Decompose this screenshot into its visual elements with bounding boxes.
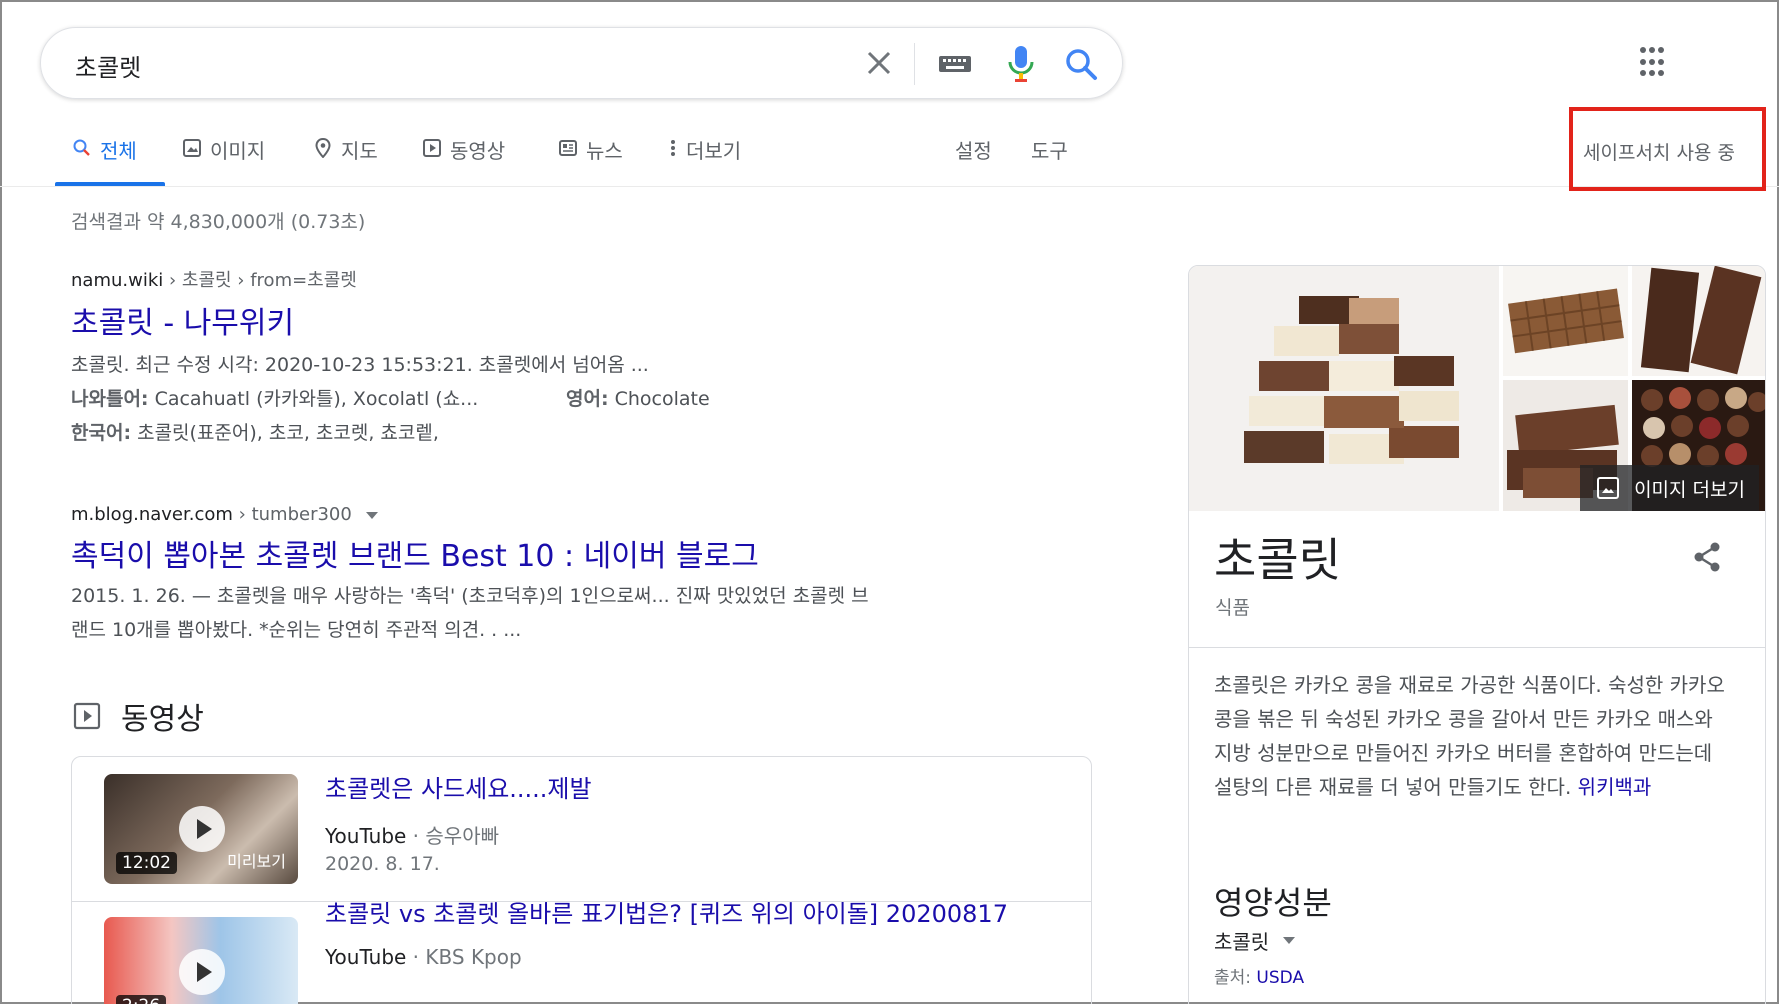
search-divider [914,43,915,85]
videos-heading: 동영상 [73,694,204,738]
result-snippet: 랜드 10개를 뽑아봤다. *순위는 당연히 주관적 의견. . ... [71,619,522,641]
result-title[interactable]: 초콜릿 - 나무위키 [71,298,710,342]
microphone-icon[interactable] [1003,42,1039,86]
entity-description: 초콜릿은 카카오 콩을 재료로 가공한 식품이다. 숙성한 카카오 콩을 볶은 … [1214,673,1725,799]
entity-title: 초콜릿 [1214,533,1341,587]
entity-subtitle: 식품 [1215,597,1250,619]
chocolate-image-dark-bars[interactable] [1632,266,1765,376]
knowledge-panel: 이미지 더보기 초콜릿 식품 초콜릿은 카카오 콩을 재료로 가공한 식품이다.… [1188,265,1766,1004]
share-icon[interactable] [1689,539,1725,575]
map-pin-icon [315,138,331,158]
result-facts: 나와틀어: Cacahuatl (카카와틀), Xocolatl (쇼... 영어… [71,388,710,410]
search-input[interactable]: 초콜렛 [75,48,141,83]
video-icon [73,702,101,730]
chevron-down-icon[interactable] [365,511,378,519]
video-title[interactable]: 초콜렛은 사드세요.....제발 [325,769,592,804]
video-icon [423,139,441,157]
search-icon [73,139,90,156]
result-snippet: 2015. 1. 26. — 초콜렛을 매우 사랑하는 '촉덕' (초코덕후)의… [71,585,869,607]
chevron-down-icon [1283,937,1296,944]
video-thumbnail[interactable]: 12:02 미리보기 [104,774,298,884]
settings-link[interactable]: 설정 [955,135,992,185]
tab-images[interactable]: 이미지 [182,135,265,185]
image-icon [1597,477,1620,499]
tab-maps[interactable]: 지도 [313,135,378,185]
panel-divider [1189,647,1765,648]
tab-all[interactable]: 전체 [72,135,137,185]
play-icon [179,806,225,852]
tabs-divider [0,186,1779,187]
result-url[interactable]: m.blog.naver.com › tumber300 [71,504,869,525]
apps-grid-icon[interactable] [1640,47,1672,79]
tools-link[interactable]: 도구 [1031,135,1068,185]
image-icon [183,139,201,157]
result-url[interactable]: namu.wiki › 초콜릿 › from=초콜렛 [71,266,710,292]
video-duration: 12:02 [116,852,177,874]
video-duration: 2:26 [116,995,167,1004]
search-icon[interactable] [1061,44,1101,84]
video-source: YouTube · KBS Kpop [325,945,522,969]
video-carousel: 12:02 미리보기 초콜렛은 사드세요.....제발 YouTube · 승우… [71,756,1092,1004]
nutrition-source: 출처: USDA [1214,968,1305,988]
clear-icon[interactable] [859,42,899,84]
video-date: 2020. 8. 17. [325,853,440,875]
wikipedia-link[interactable]: 위키백과 [1578,775,1652,799]
video-thumbnail[interactable]: 2:26 [104,917,298,1004]
safesearch-highlight[interactable]: 세이프서치 사용 중 [1569,107,1766,191]
safesearch-label[interactable]: 세이프서치 사용 중 [1583,138,1735,165]
tab-videos[interactable]: 동영상 [422,135,505,185]
more-images-button[interactable]: 이미지 더보기 [1580,465,1759,511]
video-title[interactable]: 초콜릿 vs 초콜렛 올바른 표기법은? [퀴즈 위의 아이돌] 2020081… [325,894,1008,929]
tab-news[interactable]: 뉴스 [558,135,623,185]
play-icon [179,949,225,995]
search-result: namu.wiki › 초콜릿 › from=초콜렛 초콜릿 - 나무위키 초콜… [71,266,710,450]
nutrition-heading: 영양성분 [1214,884,1332,922]
image-collage[interactable]: 이미지 더보기 [1189,266,1765,511]
chocolate-image-bar[interactable] [1503,266,1628,376]
result-facts: 한국어: 초콜릿(표준어), 초코, 초코렛, 쵸코렡, [71,422,439,444]
nutrition-select[interactable]: 초콜릿 [1214,926,1296,955]
tab-more[interactable]: 더보기 [668,135,741,185]
search-result: m.blog.naver.com › tumber300 촉덕이 뽑아본 초콜렛… [71,504,869,647]
search-box[interactable]: 초콜렛 [40,27,1123,99]
more-vert-icon [671,140,675,156]
video-source: YouTube · 승우아빠 [325,824,500,848]
result-stats: 검색결과 약 4,830,000개 (0.73초) [71,211,366,233]
keyboard-icon[interactable] [935,48,975,80]
preview-label: 미리보기 [227,852,286,871]
usda-link[interactable]: USDA [1256,968,1304,988]
chocolate-image-main[interactable] [1189,266,1499,511]
result-title[interactable]: 촉덕이 뽑아본 초콜렛 브랜드 Best 10 : 네이버 블로그 [71,531,869,575]
news-icon [559,140,577,156]
result-snippet: 초콜릿. 최근 수정 시각: 2020-10-23 15:53:21. 초콜렛에… [71,354,649,376]
